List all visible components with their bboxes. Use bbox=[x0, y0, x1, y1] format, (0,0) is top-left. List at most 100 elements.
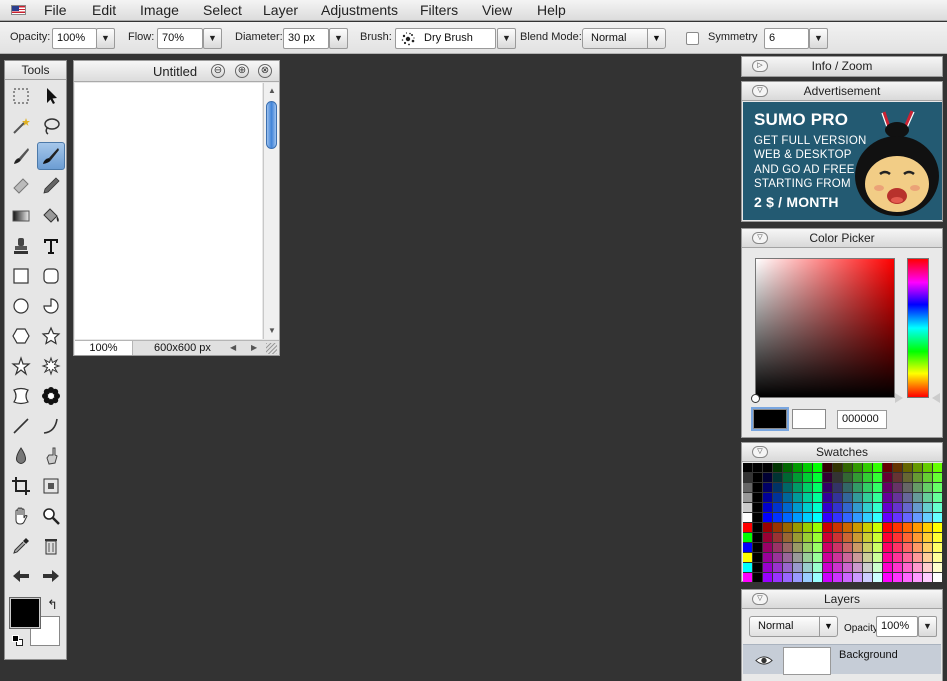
scroll-up-arrow-icon[interactable]: ▲ bbox=[268, 86, 276, 95]
color-swatch[interactable] bbox=[783, 513, 793, 523]
color-swatch[interactable] bbox=[793, 503, 803, 513]
color-swatch[interactable] bbox=[933, 493, 943, 503]
language-flag-icon[interactable] bbox=[11, 5, 26, 15]
color-swatch[interactable] bbox=[843, 483, 853, 493]
color-swatch[interactable] bbox=[923, 483, 933, 493]
color-swatch[interactable] bbox=[813, 543, 823, 553]
color-swatch[interactable] bbox=[823, 563, 833, 573]
collapse-icon[interactable]: ▽ bbox=[752, 593, 768, 605]
redo-arrow-icon[interactable] bbox=[37, 562, 65, 590]
color-swatch[interactable] bbox=[923, 523, 933, 533]
color-swatch[interactable] bbox=[933, 533, 943, 543]
scrollbar-thumb[interactable] bbox=[266, 101, 277, 149]
symmetry-checkbox[interactable] bbox=[686, 32, 699, 45]
color-swatch[interactable] bbox=[873, 543, 883, 553]
scroll-right-arrow-icon[interactable]: ▶ bbox=[251, 343, 257, 352]
color-swatch[interactable] bbox=[793, 463, 803, 473]
color-swatch[interactable] bbox=[763, 553, 773, 563]
color-swatch[interactable] bbox=[843, 503, 853, 513]
color-swatch[interactable] bbox=[743, 483, 753, 493]
color-swatch[interactable] bbox=[843, 473, 853, 483]
color-swatch[interactable] bbox=[843, 523, 853, 533]
color-swatch[interactable] bbox=[823, 553, 833, 563]
color-swatch[interactable] bbox=[813, 573, 823, 583]
color-swatch[interactable] bbox=[933, 573, 943, 583]
color-swatch[interactable] bbox=[783, 503, 793, 513]
color-swatch[interactable] bbox=[853, 573, 863, 583]
color-swatch[interactable] bbox=[863, 523, 873, 533]
color-swatch[interactable] bbox=[903, 483, 913, 493]
color-swatch[interactable] bbox=[753, 463, 763, 473]
color-swatch[interactable] bbox=[833, 503, 843, 513]
vertical-scrollbar[interactable]: ▲ ▼ bbox=[263, 83, 279, 339]
color-swatch[interactable] bbox=[853, 473, 863, 483]
color-swatch[interactable] bbox=[873, 503, 883, 513]
color-swatch[interactable] bbox=[753, 563, 763, 573]
zoom-tool-icon[interactable] bbox=[37, 502, 65, 530]
color-swatch[interactable] bbox=[813, 503, 823, 513]
color-swatch[interactable] bbox=[793, 483, 803, 493]
color-swatch[interactable] bbox=[893, 553, 903, 563]
color-swatch[interactable] bbox=[863, 533, 873, 543]
color-swatch[interactable] bbox=[823, 493, 833, 503]
color-swatch[interactable] bbox=[783, 523, 793, 533]
color-swatch[interactable] bbox=[903, 543, 913, 553]
color-swatch[interactable] bbox=[773, 553, 783, 563]
color-swatch[interactable] bbox=[783, 493, 793, 503]
move-tool-icon[interactable] bbox=[37, 82, 65, 110]
color-swatch[interactable] bbox=[783, 483, 793, 493]
color-swatch[interactable] bbox=[913, 483, 923, 493]
color-swatch[interactable] bbox=[773, 523, 783, 533]
color-swatch[interactable] bbox=[793, 523, 803, 533]
color-swatch[interactable] bbox=[823, 543, 833, 553]
color-swatch[interactable] bbox=[923, 573, 933, 583]
color-swatch[interactable] bbox=[803, 533, 813, 543]
pie-shape-tool-icon[interactable] bbox=[37, 292, 65, 320]
color-swatch[interactable] bbox=[903, 523, 913, 533]
color-swatch[interactable] bbox=[793, 563, 803, 573]
color-swatch[interactable] bbox=[883, 503, 893, 513]
menu-view[interactable]: View bbox=[482, 1, 512, 19]
color-swatch[interactable] bbox=[753, 543, 763, 553]
color-swatch[interactable] bbox=[773, 573, 783, 583]
color-swatch[interactable] bbox=[843, 543, 853, 553]
color-swatch[interactable] bbox=[893, 473, 903, 483]
star-tool-icon[interactable] bbox=[37, 322, 65, 350]
gradient-tool-icon[interactable] bbox=[7, 202, 35, 230]
color-swatch[interactable] bbox=[853, 463, 863, 473]
color-swatch[interactable] bbox=[773, 473, 783, 483]
color-swatch[interactable] bbox=[893, 463, 903, 473]
flower-shape-tool-icon[interactable] bbox=[37, 382, 65, 410]
collapse-icon[interactable]: ▽ bbox=[752, 446, 768, 458]
color-swatch[interactable] bbox=[763, 493, 773, 503]
color-swatch[interactable] bbox=[883, 483, 893, 493]
color-swatch[interactable] bbox=[773, 503, 783, 513]
color-swatch[interactable] bbox=[813, 533, 823, 543]
color-swatch[interactable] bbox=[803, 483, 813, 493]
scroll-left-arrow-icon[interactable]: ◀ bbox=[230, 343, 236, 352]
color-swatch[interactable] bbox=[893, 573, 903, 583]
color-swatch[interactable] bbox=[883, 563, 893, 573]
crop-tool-icon[interactable] bbox=[7, 472, 35, 500]
color-swatch[interactable] bbox=[893, 483, 903, 493]
menu-image[interactable]: Image bbox=[140, 1, 179, 19]
color-swatch[interactable] bbox=[813, 493, 823, 503]
color-swatch[interactable] bbox=[833, 533, 843, 543]
color-swatch[interactable] bbox=[883, 553, 893, 563]
color-swatch[interactable] bbox=[803, 563, 813, 573]
color-swatch[interactable] bbox=[893, 523, 903, 533]
color-swatch[interactable] bbox=[913, 503, 923, 513]
color-swatch[interactable] bbox=[793, 493, 803, 503]
color-swatch[interactable] bbox=[853, 483, 863, 493]
color-swatch[interactable] bbox=[873, 463, 883, 473]
color-swatch[interactable] bbox=[793, 473, 803, 483]
sumo-pro-ad-banner[interactable]: SUMO PRO GET FULL VERSION WEB & DESKTOP … bbox=[743, 102, 942, 220]
rectangle-tool-icon[interactable] bbox=[7, 262, 35, 290]
color-swatch[interactable] bbox=[923, 543, 933, 553]
resize-grip-icon[interactable] bbox=[266, 343, 277, 354]
color-swatch[interactable] bbox=[873, 523, 883, 533]
color-swatch[interactable] bbox=[863, 493, 873, 503]
rounded-rectangle-tool-icon[interactable] bbox=[37, 262, 65, 290]
color-swatch[interactable] bbox=[833, 483, 843, 493]
color-swatch[interactable] bbox=[743, 473, 753, 483]
